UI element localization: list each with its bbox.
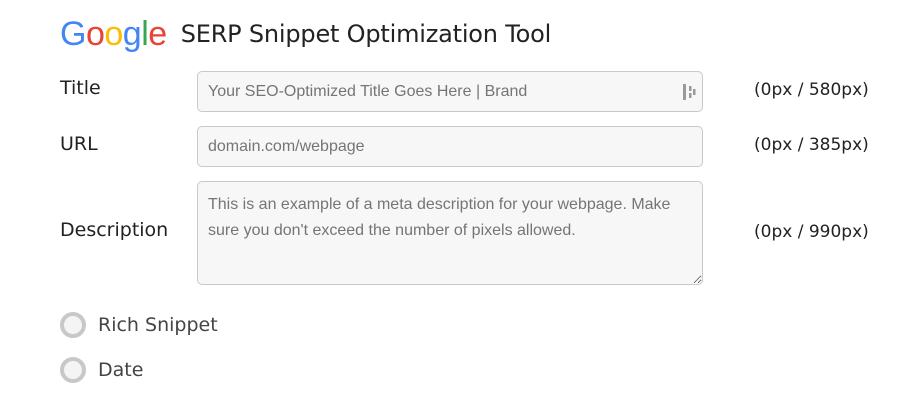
logo-letter: g [122,15,142,53]
url-pixel-counter: (0px / 385px) [754,135,869,155]
google-logo: Google [60,17,167,51]
url-input[interactable] [197,126,703,167]
rich-snippet-option[interactable]: Rich Snippet [60,312,218,338]
date-label: Date [98,359,144,381]
logo-letter: l [141,15,149,53]
logo-letter: o [104,15,123,53]
header: Google SERP Snippet Optimization Tool [60,14,551,54]
title-input[interactable] [197,71,703,112]
logo-letter: G [60,15,86,53]
date-option[interactable]: Date [60,357,143,383]
logo-letter: o [85,15,105,53]
rich-snippet-label: Rich Snippet [98,314,218,336]
description-textarea[interactable] [197,181,703,285]
url-label: URL [60,133,98,155]
page-title: SERP Snippet Optimization Tool [180,20,552,48]
date-radio[interactable] [60,357,86,383]
title-label: Title [60,77,101,99]
description-pixel-counter: (0px / 990px) [754,222,869,242]
password-manager-icon[interactable] [681,82,697,102]
title-pixel-counter: (0px / 580px) [754,80,869,100]
description-label: Description [60,219,169,241]
rich-snippet-radio[interactable] [60,312,86,338]
logo-letter: e [148,15,167,53]
